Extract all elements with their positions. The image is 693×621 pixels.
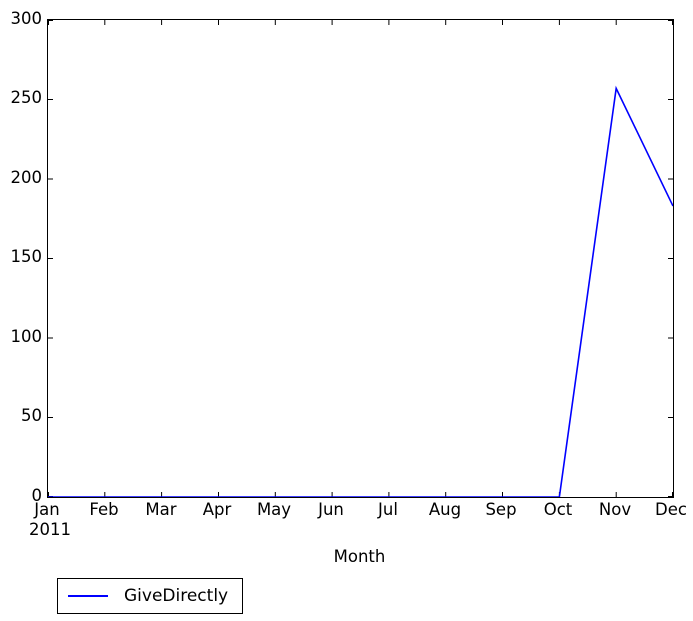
x-tick-label: May [256,500,292,519]
legend-item-givedirectly[interactable]: GiveDirectly [68,585,229,606]
chart-figure: 300 250 200 150 100 50 0 Jan Feb Mar Apr… [0,0,693,621]
legend-item-label: GiveDirectly [124,585,229,606]
x-tick-label: Apr [202,500,232,519]
x-tick-label: Aug [428,500,462,519]
x-tick-label: Jan [34,500,60,519]
x-tick-label: Nov [598,500,632,519]
x-tick-label: Jun [318,500,344,519]
x-tick-label: Feb [89,500,119,519]
x-tick-label: Oct [543,500,573,519]
x-tick-label: Mar [145,500,177,519]
x-axis-title: Month [333,547,386,566]
chart-legend: GiveDirectly [57,578,244,614]
x-tick-label: Sep [485,500,517,519]
x-axis-year-label: 2011 [29,520,71,539]
x-tick-label: Dec [655,500,687,519]
legend-color-swatch-icon [68,595,108,597]
x-tick-label: Jul [378,500,398,519]
x-axis-tick-labels: Jan Feb Mar Apr May Jun Jul Aug Sep Oct … [0,0,693,621]
